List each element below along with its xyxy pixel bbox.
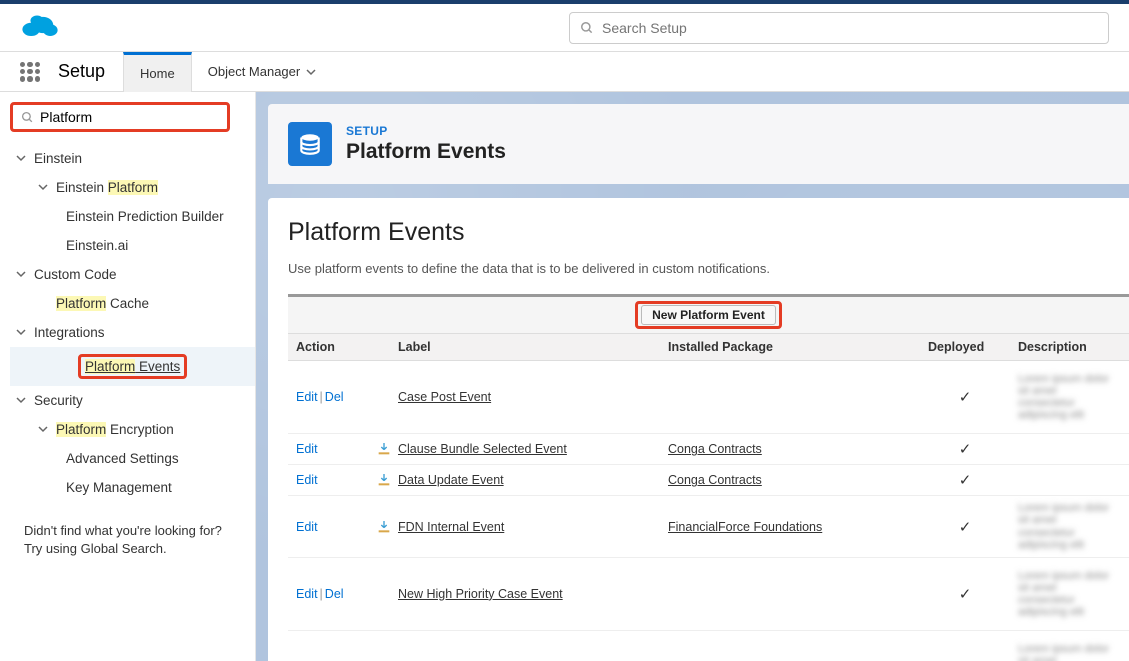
chevron-down-icon — [38, 422, 52, 437]
action-del[interactable]: Del — [325, 587, 344, 601]
table-row: Edit FDN Internal Event FinancialForce Fou… — [288, 496, 1129, 557]
sidebar-item[interactable]: Key Management — [10, 473, 255, 502]
sidebar-item-label: Integrations — [34, 325, 105, 340]
sidebar-item[interactable]: Einstein Prediction Builder — [10, 202, 255, 231]
app-launcher-icon[interactable] — [20, 62, 40, 82]
global-search-input[interactable] — [602, 20, 1098, 36]
table-row: Edit|DelNew High Priority Case Event✓Lor… — [288, 557, 1129, 630]
deployed-check: ✓ — [920, 557, 1010, 630]
chevron-down-icon — [306, 67, 316, 77]
page-title: Platform Events — [346, 140, 506, 164]
sidebar-search-input[interactable] — [40, 109, 219, 125]
sidebar-item-label: Einstein — [34, 151, 82, 166]
event-label-link[interactable]: Clause Bundle Selected Event — [398, 442, 567, 456]
download-icon — [376, 441, 392, 457]
sidebar-item[interactable]: Platform Events — [10, 347, 255, 386]
nav-tab-home[interactable]: Home — [123, 52, 192, 92]
sidebar-item-label: Einstein Platform — [56, 180, 158, 195]
global-search[interactable] — [569, 12, 1109, 44]
sidebar-search-callout — [10, 102, 230, 132]
chevron-down-icon — [16, 267, 30, 282]
action-edit[interactable]: Edit — [296, 520, 318, 534]
sidebar-item-label: Key Management — [66, 480, 172, 495]
sidebar-item-label: Custom Code — [34, 267, 117, 282]
new-platform-event-callout: New Platform Event — [635, 301, 782, 329]
table-row: Edit Data Update Event Conga Contracts ✓ — [288, 465, 1129, 496]
platform-events-table: Action Label Installed Package Deployed … — [288, 333, 1129, 661]
search-icon — [21, 111, 34, 124]
description-cell: Lorem ipsum dolor sit ametconsectetur ad… — [1010, 557, 1129, 630]
sidebar-item-label: Einstein.ai — [66, 238, 128, 253]
event-label-link[interactable]: FDN Internal Event — [398, 520, 504, 534]
download-icon — [376, 519, 392, 535]
deployed-check: ✓ — [920, 434, 1010, 465]
description-cell — [1010, 434, 1129, 465]
search-icon — [580, 21, 594, 35]
sidebar-item-label: Platform Encryption — [56, 422, 174, 437]
deployed-check: ✓ — [920, 361, 1010, 434]
event-label-link[interactable]: Case Post Event — [398, 390, 491, 404]
event-label-link[interactable]: Data Update Event — [398, 473, 504, 487]
chevron-down-icon — [16, 151, 30, 166]
sidebar-item[interactable]: Platform Cache — [10, 289, 255, 318]
col-description: Description — [1010, 334, 1129, 361]
package-link[interactable]: Conga Contracts — [668, 442, 762, 456]
col-label: Label — [390, 334, 660, 361]
platform-events-icon — [288, 122, 332, 166]
chevron-down-icon — [38, 180, 52, 195]
nav-app-title: Setup — [58, 61, 105, 82]
package-link[interactable]: FinancialForce Foundations — [668, 520, 822, 534]
sidebar-item[interactable]: Advanced Settings — [10, 444, 255, 473]
deployed-check: ✓ — [920, 496, 1010, 557]
table-row: Edit|DelCase Post Event✓Lorem ipsum dolo… — [288, 361, 1129, 434]
package-link[interactable]: Conga Contracts — [668, 473, 762, 487]
chevron-down-icon — [16, 393, 30, 408]
sidebar-item[interactable]: Integrations — [10, 318, 255, 347]
breadcrumb: SETUP — [346, 124, 506, 138]
action-edit[interactable]: Edit — [296, 587, 318, 601]
table-row: Edit Clause Bundle Selected Event Conga Co… — [288, 434, 1129, 465]
sidebar-item[interactable]: Einstein — [10, 144, 255, 173]
sidebar-item-label: Platform Cache — [56, 296, 149, 311]
action-edit[interactable]: Edit — [296, 473, 318, 487]
section-heading: Platform Events — [288, 218, 1129, 247]
salesforce-cloud-logo — [18, 10, 62, 45]
new-platform-event-button[interactable]: New Platform Event — [641, 305, 776, 325]
sidebar-item[interactable]: Platform Encryption — [10, 415, 255, 444]
action-edit[interactable]: Edit — [296, 390, 318, 404]
page-header: SETUP Platform Events — [268, 104, 1129, 184]
sidebar-footer: Didn't find what you're looking for? Try… — [10, 512, 255, 568]
action-edit[interactable]: Edit — [296, 442, 318, 456]
event-label-link[interactable]: New High Priority Case Event — [398, 587, 563, 601]
description-cell: Lorem ipsum dolor sit ametconsectetur ad… — [1010, 496, 1129, 557]
sidebar-item-label: Security — [34, 393, 83, 408]
table-row: Edit|DelNew Outage Message✓Lorem ipsum d… — [288, 631, 1129, 661]
col-package: Installed Package — [660, 334, 920, 361]
sidebar-item[interactable]: Einstein.ai — [10, 231, 255, 260]
col-deployed: Deployed — [920, 334, 1010, 361]
description-cell — [1010, 465, 1129, 496]
deployed-check: ✓ — [920, 631, 1010, 661]
nav-tab-object-manager[interactable]: Object Manager — [192, 52, 333, 92]
section-description: Use platform events to define the data t… — [288, 261, 1129, 276]
action-del[interactable]: Del — [325, 390, 344, 404]
chevron-down-icon — [16, 325, 30, 340]
sidebar-item[interactable]: Custom Code — [10, 260, 255, 289]
description-cell: Lorem ipsum dolor sit ametconsectetur ad… — [1010, 631, 1129, 661]
sidebar-item[interactable]: Security — [10, 386, 255, 415]
sidebar-item[interactable]: Einstein Platform — [10, 173, 255, 202]
sidebar-item-label: Advanced Settings — [66, 451, 179, 466]
deployed-check: ✓ — [920, 465, 1010, 496]
description-cell: Lorem ipsum dolor sit ametconsectetur ad… — [1010, 361, 1129, 434]
col-action: Action — [288, 334, 368, 361]
sidebar-item-label: Einstein Prediction Builder — [66, 209, 224, 224]
download-icon — [376, 472, 392, 488]
setup-sidebar: Einstein Einstein Platform Einstein Predic… — [0, 92, 256, 661]
